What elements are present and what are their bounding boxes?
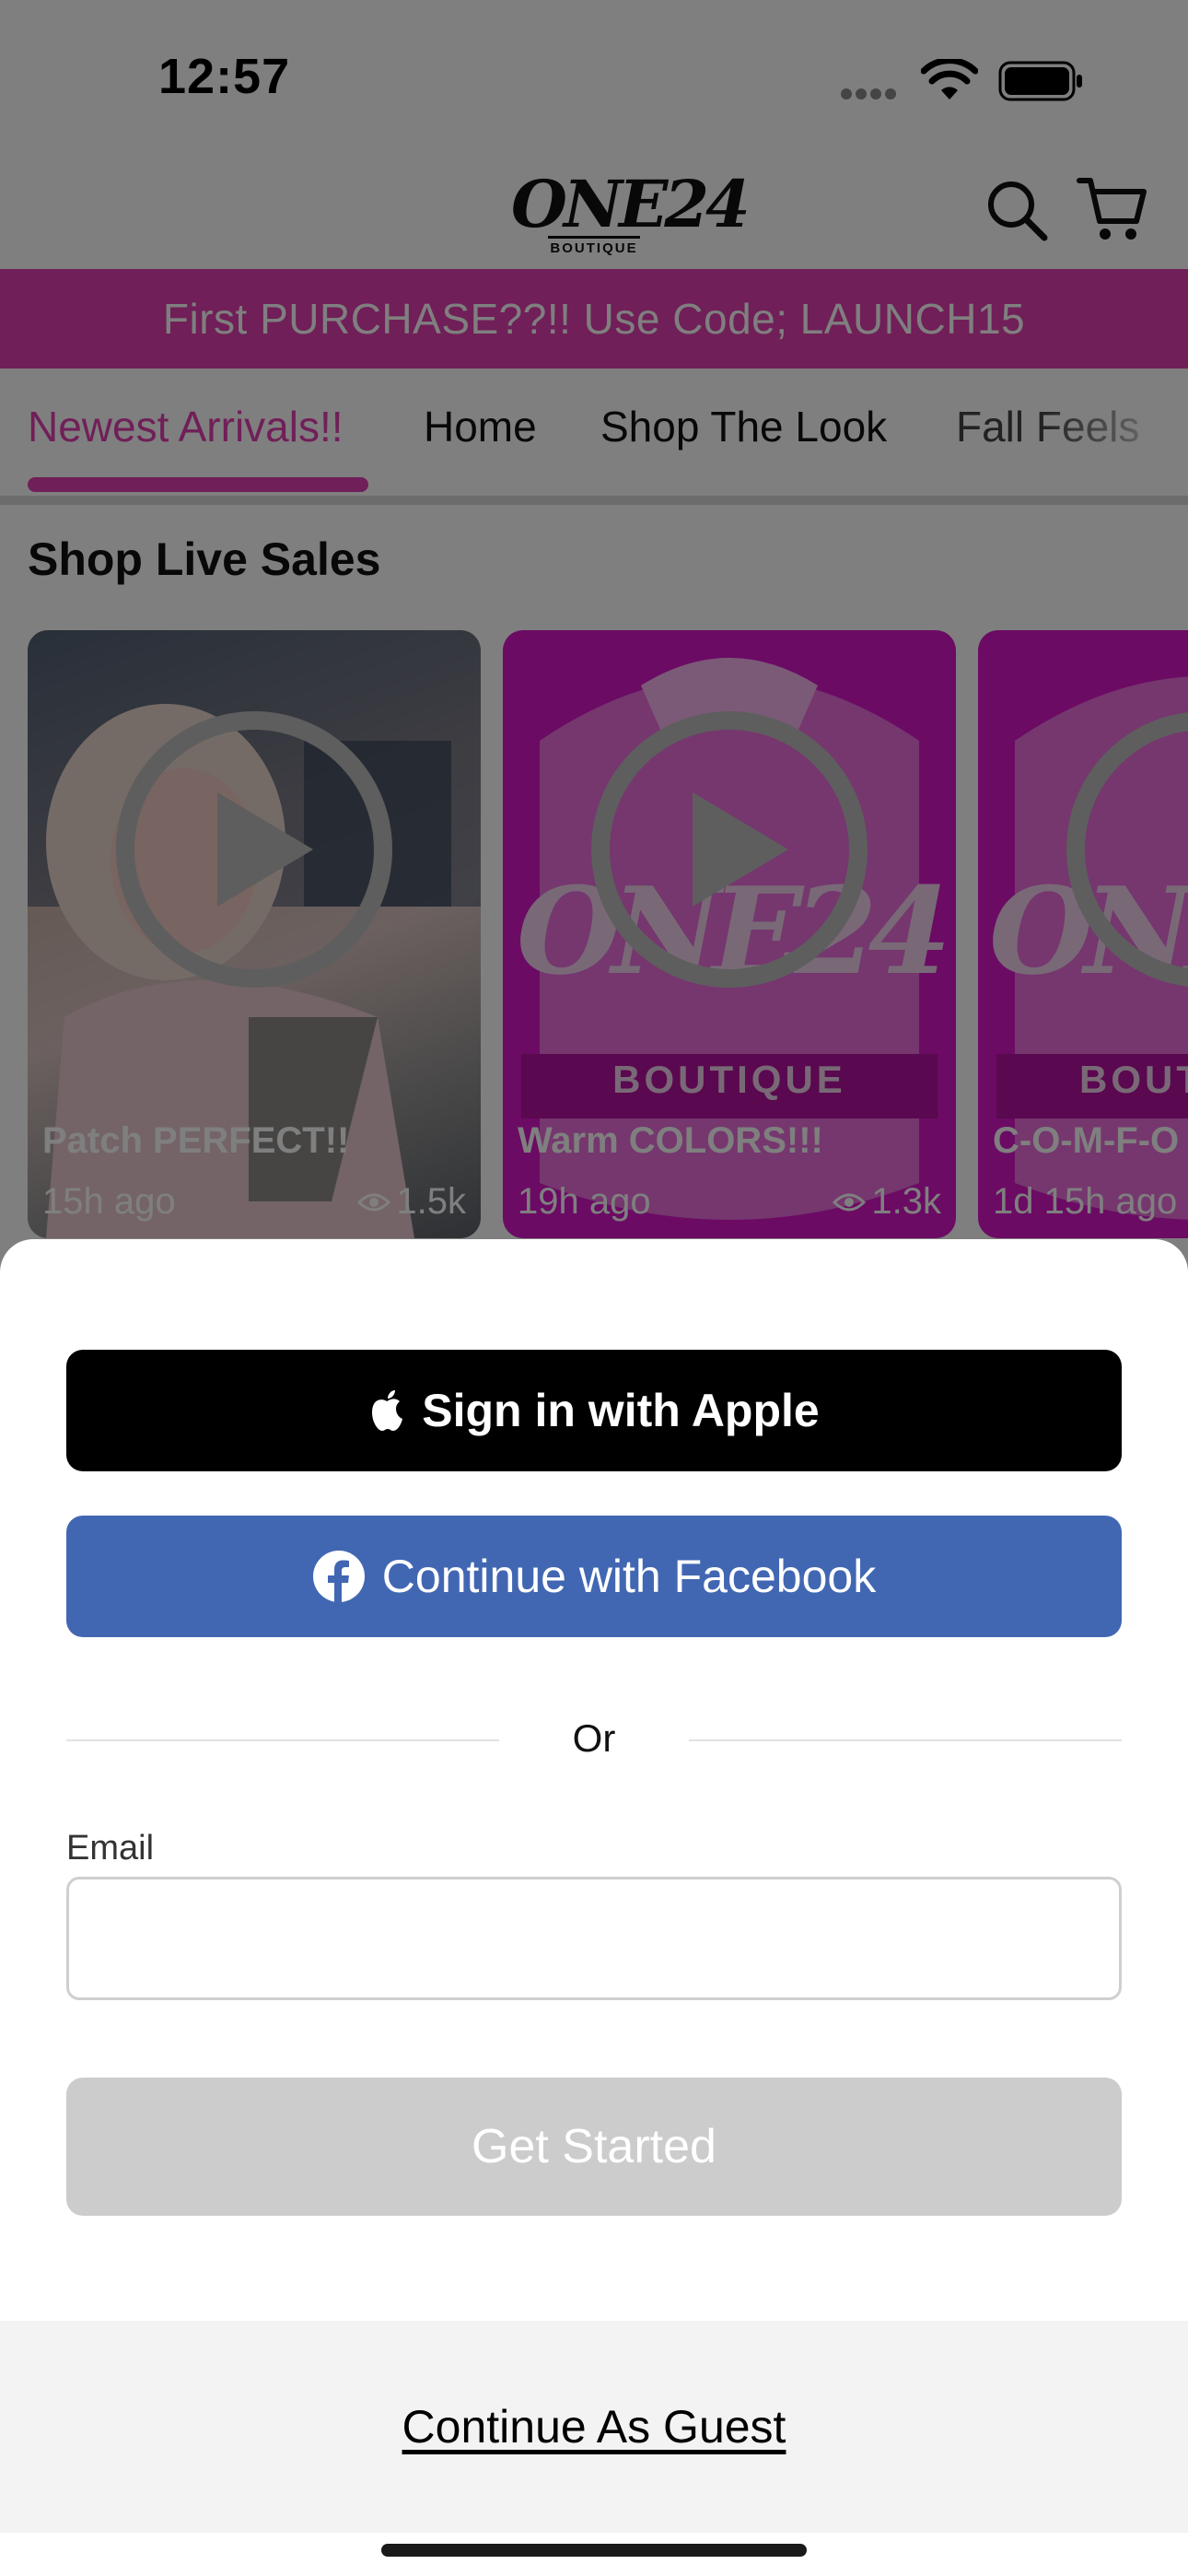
continue-facebook-label: Continue with Facebook [381,1551,877,1602]
sign-in-sheet: Sign in with Apple Continue with Faceboo… [0,1239,1188,2576]
app-screen: 12:57 ONE24 BOUTIQUE First PURCH [0,0,1188,2576]
sign-in-apple-label: Sign in with Apple [422,1385,820,1436]
email-field[interactable] [66,1877,1122,2000]
apple-icon [372,1390,403,1431]
sign-in-apple-button[interactable]: Sign in with Apple [66,1350,1122,1471]
get-started-label: Get Started [472,2120,716,2173]
email-label: Email [66,1829,155,1868]
continue-as-guest-link[interactable]: Continue As Guest [402,2400,786,2453]
facebook-icon [312,1551,365,1603]
continue-facebook-button[interactable]: Continue with Facebook [66,1516,1122,1637]
home-indicator[interactable] [381,2544,807,2557]
get-started-button[interactable]: Get Started [66,2078,1122,2216]
divider-or: Or [572,1716,616,1760]
guest-area: Continue As Guest [0,2321,1188,2533]
